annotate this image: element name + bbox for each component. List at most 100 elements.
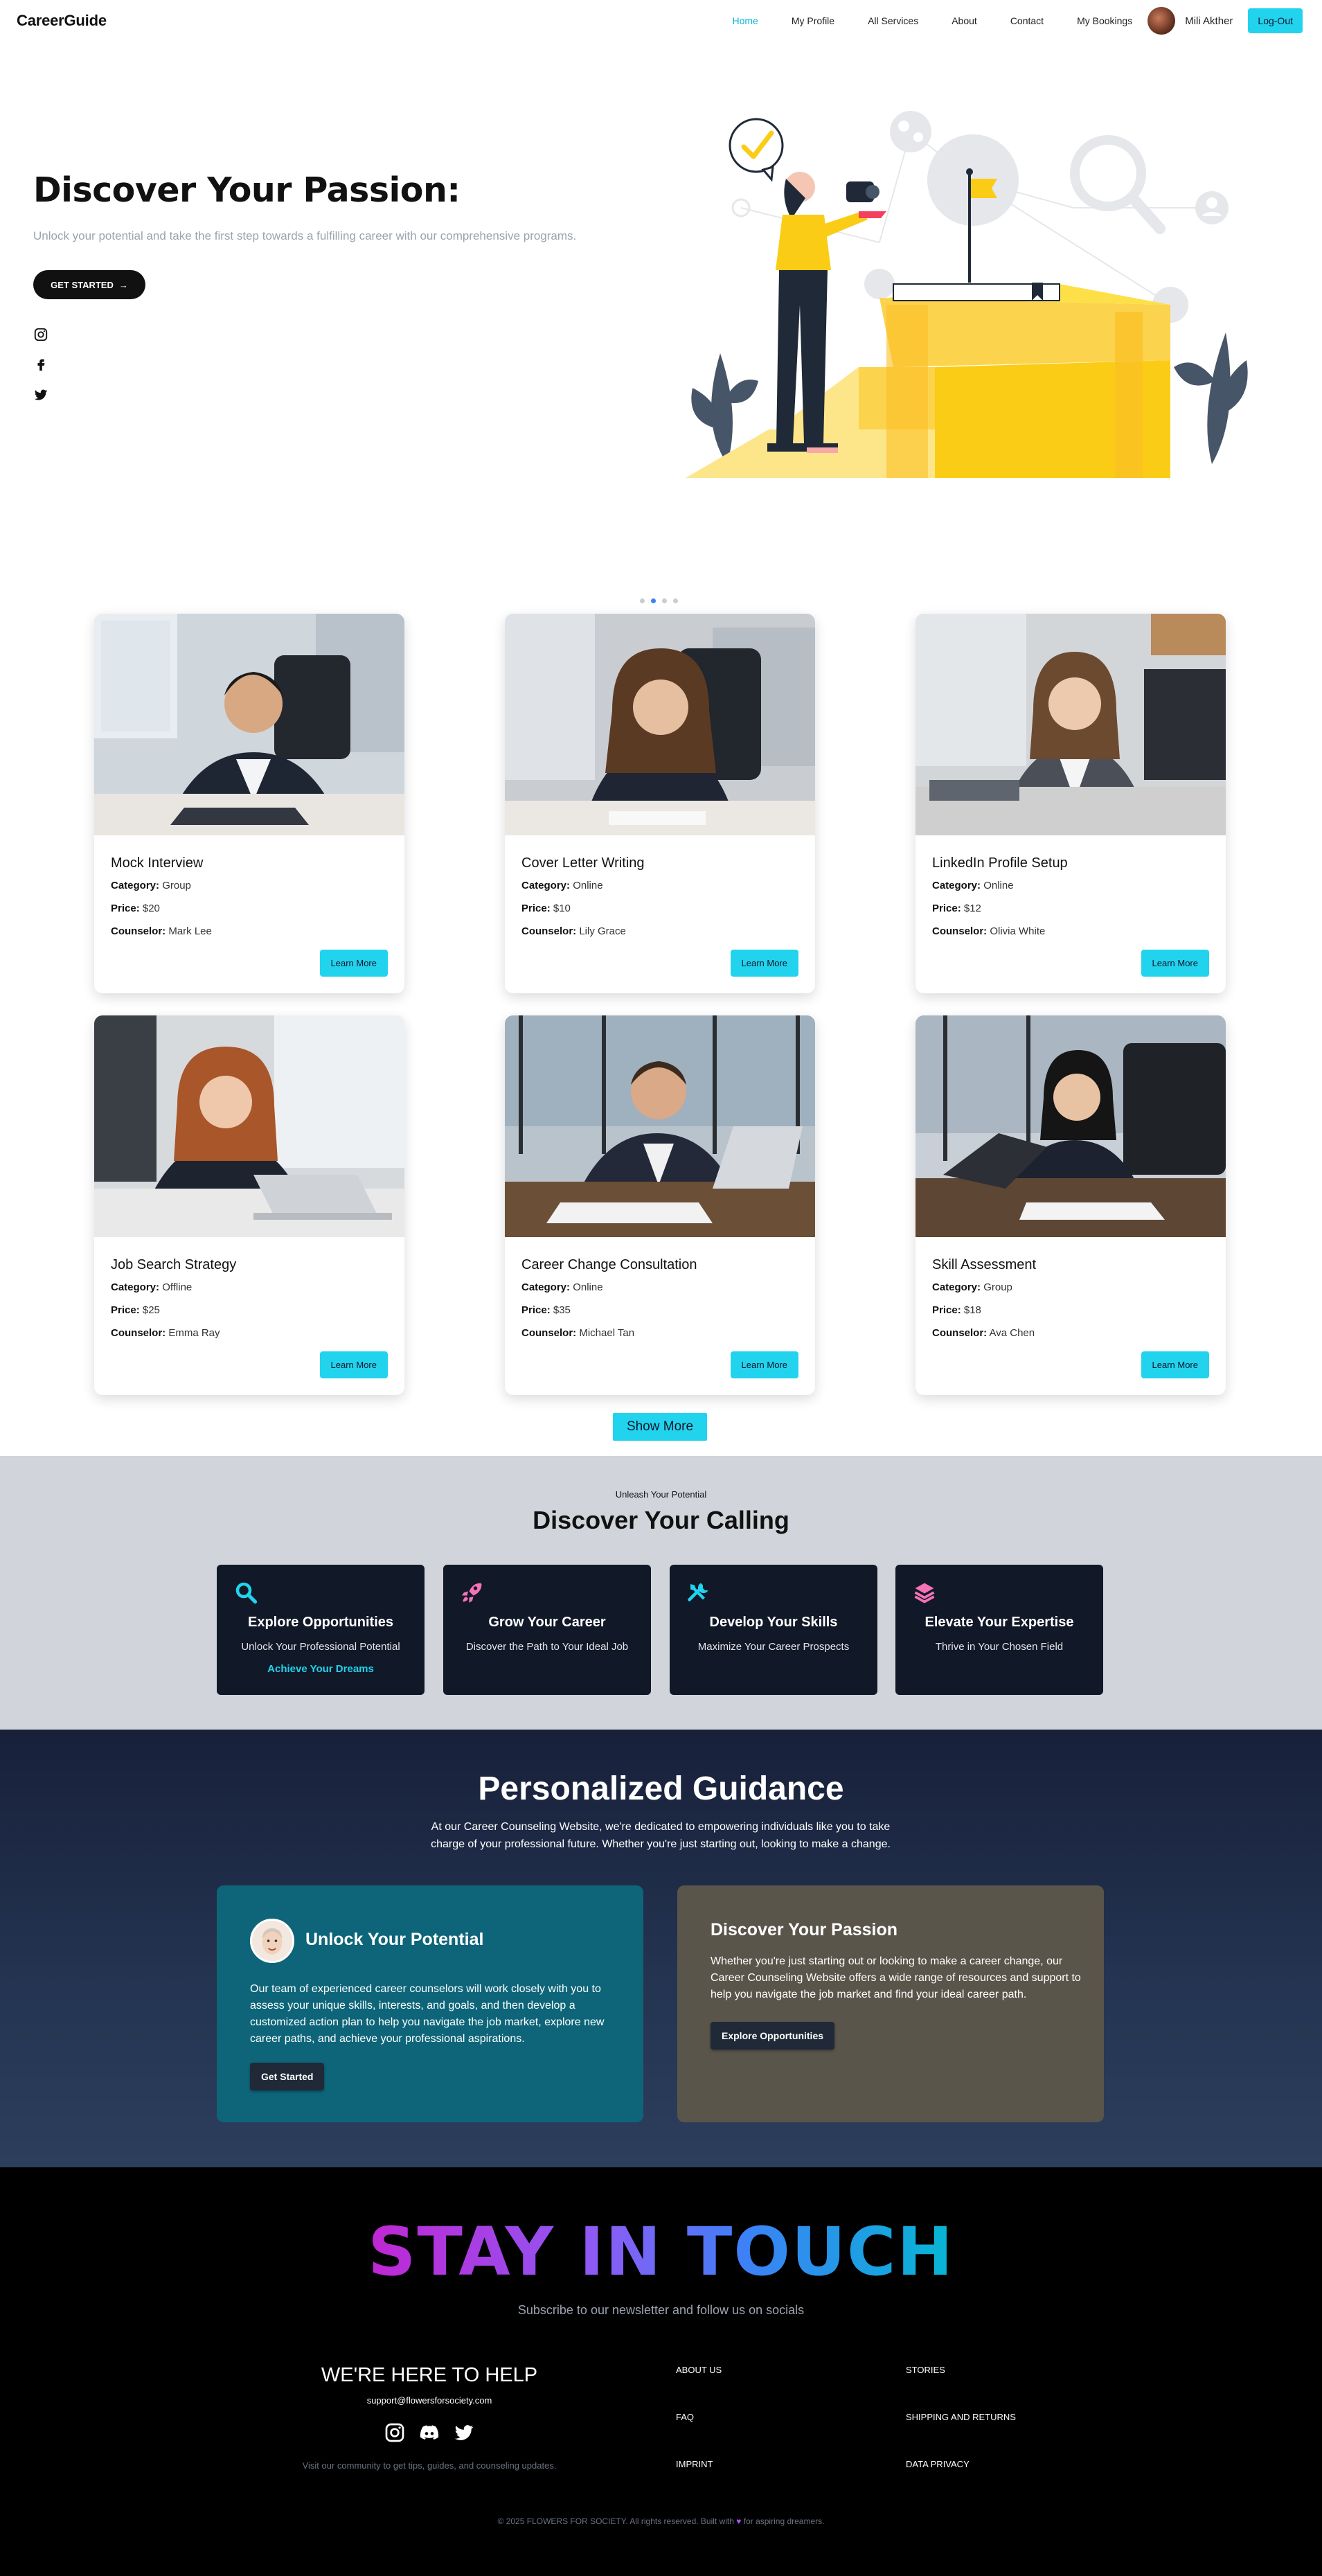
service-category: Offline [162, 1281, 193, 1293]
service-title: Career Change Consultation [521, 1257, 697, 1272]
hero-title: Discover Your Passion: [33, 170, 461, 210]
counselor-avatar [250, 1919, 294, 1963]
unlock-potential-title: Unlock Your Potential [305, 1930, 484, 1949]
service-category: Group [162, 880, 191, 891]
calling-box[interactable]: Grow Your Career Discover the Path to Yo… [443, 1565, 651, 1695]
guidance-title: Personalized Guidance [478, 1770, 844, 1807]
carousel-dot[interactable] [673, 598, 678, 603]
footer-link-stories[interactable]: STORIES [906, 2365, 945, 2375]
price-label: Price: [111, 903, 140, 914]
service-category: Online [573, 1281, 603, 1293]
nav-my-bookings[interactable]: My Bookings [1077, 15, 1132, 26]
service-category: Online [983, 880, 1014, 891]
price-label: Price: [521, 1304, 551, 1316]
arrow-right-icon: → [118, 279, 128, 290]
learn-more-button[interactable]: Learn More [730, 950, 798, 977]
discover-passion-text: Whether you're just starting out or look… [711, 1955, 1081, 2000]
category-label: Category: [932, 1281, 981, 1293]
nav-my-profile[interactable]: My Profile [792, 15, 834, 26]
community-note: Visit our community to get tips, guides,… [302, 2460, 557, 2471]
footer-link-shipping[interactable]: SHIPPING AND RETURNS [906, 2412, 1016, 2422]
category-label: Category: [111, 880, 160, 891]
counselor-label: Counselor: [521, 925, 577, 937]
discover-passion-card: Discover Your Passion Whether you're jus… [677, 1885, 1104, 2122]
carousel-dot-active[interactable] [651, 598, 656, 603]
learn-more-button[interactable]: Learn More [1141, 950, 1209, 977]
footer-link-imprint[interactable]: IMPRINT [676, 2459, 713, 2469]
category-label: Category: [111, 1281, 160, 1293]
learn-more-button[interactable]: Learn More [1141, 1351, 1209, 1378]
explore-opportunities-button[interactable]: Explore Opportunities [711, 2022, 835, 2050]
footer-link-privacy[interactable]: DATA PRIVACY [906, 2459, 970, 2469]
footer-link-about[interactable]: ABOUT US [676, 2365, 722, 2375]
service-card: Job Search Strategy Category: Offline Pr… [94, 1015, 404, 1395]
copyright-tail: for aspiring dreamers. [743, 2516, 825, 2526]
counselor-photo [505, 614, 815, 835]
calling-box[interactable]: Elevate Your Expertise Thrive in Your Ch… [895, 1565, 1103, 1695]
instagram-icon[interactable] [33, 327, 48, 342]
service-counselor: Lily Grace [579, 925, 626, 937]
nav-all-services[interactable]: All Services [868, 15, 918, 26]
service-counselor: Mark Lee [168, 925, 212, 937]
support-email[interactable]: support@flowersforsociety.com [291, 2395, 568, 2406]
service-counselor: Emma Ray [168, 1327, 220, 1339]
service-card: Cover Letter Writing Category: Online Pr… [505, 614, 815, 993]
price-label: Price: [111, 1304, 140, 1316]
counselor-label: Counselor: [111, 1327, 166, 1339]
carousel-dot[interactable] [662, 598, 667, 603]
carousel-dot[interactable] [640, 598, 645, 603]
service-category: Online [573, 880, 603, 891]
show-more-button[interactable]: Show More [613, 1413, 707, 1441]
brand-logo[interactable]: CareerGuide [17, 12, 107, 30]
discover-passion-title: Discover Your Passion [711, 1920, 898, 1939]
calling-box[interactable]: Explore Opportunities Unlock Your Profes… [217, 1565, 425, 1695]
learn-more-button[interactable]: Learn More [730, 1351, 798, 1378]
learn-more-button[interactable]: Learn More [319, 950, 388, 977]
category-label: Category: [521, 880, 571, 891]
calling-box-subtitle: Unlock Your Professional Potential [241, 1641, 400, 1653]
service-price: $25 [142, 1304, 160, 1316]
counselor-label: Counselor: [932, 925, 988, 937]
calling-box-subtitle: Discover the Path to Your Ideal Job [465, 1641, 629, 1653]
get-started-secondary-button[interactable]: Get Started [250, 2063, 325, 2090]
twitter-icon[interactable] [453, 2422, 475, 2444]
footer-link-faq[interactable]: FAQ [676, 2412, 694, 2422]
service-category: Group [983, 1281, 1012, 1293]
get-started-button[interactable]: GET STARTED → [33, 270, 145, 299]
top-navbar: CareerGuide Home My Profile All Services… [0, 0, 1322, 42]
calling-box-title: Develop Your Skills [709, 1615, 838, 1630]
calling-title: Discover Your Calling [533, 1506, 789, 1534]
service-counselor: Olivia White [990, 925, 1046, 937]
user-avatar[interactable] [1147, 7, 1176, 35]
instagram-icon[interactable] [384, 2422, 406, 2444]
category-label: Category: [932, 880, 981, 891]
hero-subtitle: Unlock your potential and take the first… [33, 229, 577, 242]
layers-icon [914, 1583, 935, 1604]
copyright: © 2025 FLOWERS FOR SOCIETY. All rights r… [0, 2516, 1322, 2526]
facebook-icon[interactable] [33, 357, 48, 372]
search-icon [235, 1582, 258, 1604]
counselor-label: Counselor: [521, 1327, 577, 1339]
calling-kicker: Unleash Your Potential [615, 1489, 707, 1500]
nav-about[interactable]: About [952, 15, 977, 26]
price-label: Price: [932, 903, 961, 914]
twitter-icon[interactable] [33, 387, 48, 402]
logout-button[interactable]: Log-Out [1248, 8, 1303, 33]
counselor-photo [94, 1015, 404, 1237]
newsletter-subline: Subscribe to our newsletter and follow u… [517, 2303, 805, 2317]
counselor-photo [915, 1015, 1226, 1237]
nav-home[interactable]: Home [732, 15, 758, 26]
get-started-label: GET STARTED [51, 279, 114, 290]
nav-contact[interactable]: Contact [1010, 15, 1044, 26]
calling-box-subtitle: Thrive in Your Chosen Field [935, 1641, 1064, 1653]
discord-icon[interactable] [418, 2422, 440, 2444]
learn-more-button[interactable]: Learn More [319, 1351, 388, 1378]
calling-box-title: Explore Opportunities [247, 1615, 394, 1630]
service-title: LinkedIn Profile Setup [932, 855, 1068, 871]
achieve-dreams-link[interactable]: Achieve Your Dreams [217, 1663, 425, 1675]
service-price: $12 [963, 903, 981, 914]
service-card: Skill Assessment Category: Group Price: … [915, 1015, 1226, 1395]
counselor-photo [915, 614, 1226, 835]
calling-box[interactable]: Develop Your Skills Maximize Your Career… [670, 1565, 877, 1695]
service-card: Career Change Consultation Category: Onl… [505, 1015, 815, 1395]
